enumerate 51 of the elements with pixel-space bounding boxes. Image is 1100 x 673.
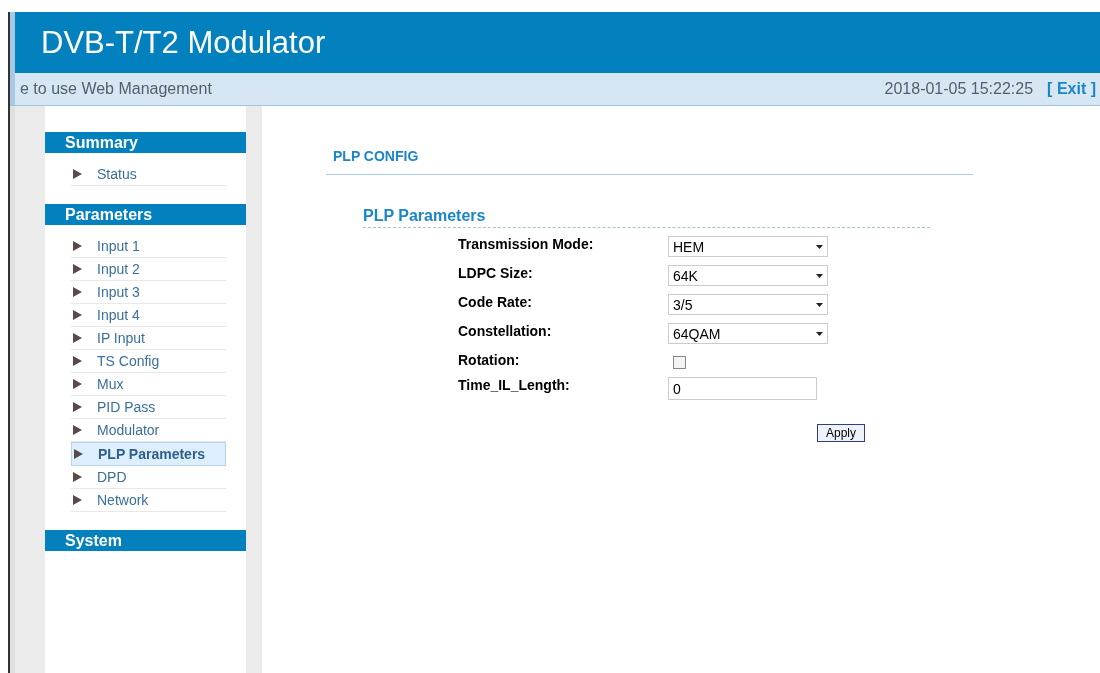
app-title: DVB-T/T2 Modulator — [41, 24, 326, 61]
triangle-icon — [73, 264, 82, 274]
caret-icon — [816, 302, 823, 307]
apply-button[interactable]: Apply — [817, 424, 866, 442]
triangle-icon — [73, 379, 82, 389]
field-label: Rotation: — [458, 352, 521, 369]
triangle-icon — [73, 169, 82, 179]
welcome-text: e to use Web Management — [20, 80, 213, 98]
sidebar-section-header: Parameters — [45, 204, 246, 225]
sidebar-item[interactable]: Input 1 — [71, 235, 226, 258]
sidebar-item[interactable]: Input 4 — [71, 304, 226, 327]
field-label: Constellation: — [458, 323, 553, 341]
date-time: 2018-01-05 15:22:25 — [884, 80, 1034, 98]
triangle-icon — [73, 310, 82, 320]
field-label: Transmission Mode: — [458, 236, 595, 254]
triangle-icon — [73, 356, 82, 366]
section-title: PLP Parameters — [363, 207, 930, 228]
page-title: PLP CONFIG — [326, 148, 973, 175]
dropdown[interactable]: 3/5 — [668, 294, 828, 315]
dropdown[interactable]: 64K — [668, 265, 828, 286]
sidebar-item[interactable]: Network — [71, 489, 226, 512]
sidebar-item[interactable]: PLP Parameters — [71, 442, 226, 466]
sidebar-item[interactable]: DPD — [71, 466, 226, 489]
sidebar-item[interactable]: IP Input — [71, 327, 226, 350]
exit-link[interactable]: [ Exit ] — [1047, 80, 1096, 98]
field-label: LDPC Size: — [458, 265, 534, 283]
triangle-icon — [73, 287, 82, 297]
checkbox[interactable] — [673, 356, 686, 369]
triangle-icon — [73, 402, 82, 412]
triangle-icon — [73, 495, 82, 505]
sidebar-item[interactable]: Input 3 — [71, 281, 226, 304]
triangle-icon — [73, 241, 82, 251]
sidebar-item[interactable]: Input 2 — [71, 258, 226, 281]
sidebar-section-header: System — [45, 530, 246, 551]
caret-icon — [816, 331, 823, 336]
field-label: Code Rate: — [458, 294, 533, 312]
caret-icon — [816, 273, 823, 278]
input-field[interactable]: 0 — [668, 377, 817, 400]
sidebar-item[interactable]: Status — [71, 163, 226, 186]
caret-icon — [816, 244, 823, 249]
triangle-icon — [73, 472, 82, 482]
triangle-icon — [73, 333, 82, 343]
sidebar-section-header: Summary — [45, 132, 246, 153]
dropdown[interactable]: 64QAM — [668, 323, 828, 344]
triangle-icon — [73, 425, 82, 435]
dropdown[interactable]: HEM — [668, 236, 828, 257]
field-label: Time_IL_Length: — [458, 377, 571, 395]
triangle-icon — [74, 449, 83, 459]
sidebar-item[interactable]: PID Pass — [71, 396, 226, 419]
sidebar-item[interactable]: TS Config — [71, 350, 226, 373]
sidebar-item[interactable]: Mux — [71, 373, 226, 396]
